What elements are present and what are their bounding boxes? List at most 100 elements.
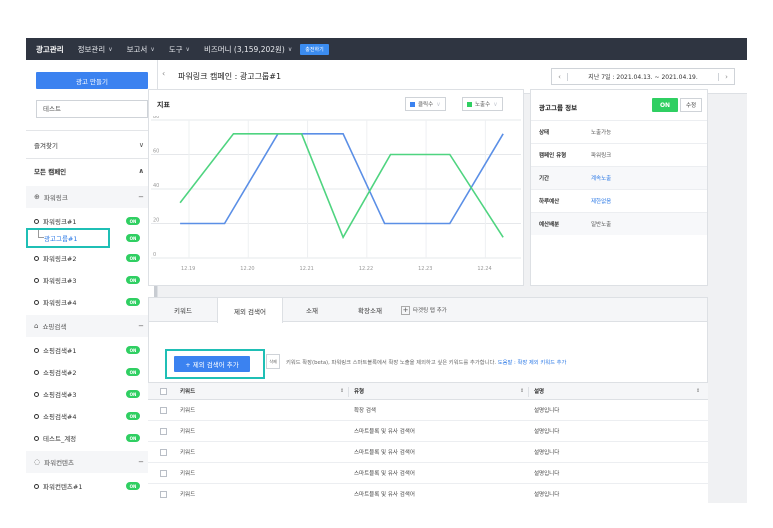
tab-creatives[interactable]: 소재 <box>283 298 341 322</box>
app-frame: 광고관리 정보관리 ∨ 보고서 ∨ 도구 ∨ 비즈머니 (3,159,202원) ∨ 충… <box>26 38 747 503</box>
row-checkbox[interactable] <box>160 427 167 435</box>
sort-icon[interactable]: ⇕ <box>340 388 344 394</box>
sidebar-item-powercontents-1[interactable]: 파워컨텐츠#1 ON <box>26 475 152 497</box>
campaign-dot-icon <box>34 435 39 441</box>
x-tick-label: 12.21 <box>300 266 314 272</box>
chevron-left-icon[interactable]: ‹ <box>552 72 568 81</box>
on-badge[interactable]: ON <box>126 482 140 490</box>
nav-item-tools[interactable]: 도구 ∨ <box>169 44 190 55</box>
sidebar-group-shopping[interactable]: ⌂ 쇼핑검색 − <box>26 315 152 337</box>
info-value: 노출가능 <box>591 130 612 136</box>
y-tick-label: 20 <box>153 218 159 224</box>
info-row-campaign-type: 캠페인 유형 파워링크 <box>531 143 707 166</box>
sort-icon[interactable]: ⇕ <box>696 388 700 394</box>
table-header: 키워드 ⇕ 유형 ⇕ 설명 ⇕ <box>148 382 708 400</box>
row-checkbox[interactable] <box>160 469 167 477</box>
y-tick-label: 80 <box>153 116 159 120</box>
collapse-icon[interactable]: − <box>138 322 144 330</box>
item-label: 파워링크#1 <box>43 218 77 226</box>
on-badge[interactable]: ON <box>126 217 140 225</box>
nav-item-reports[interactable]: 보고서 ∨ <box>127 44 155 55</box>
row-checkbox[interactable] <box>160 448 167 456</box>
sidebar-all-campaigns[interactable]: 모든 캠페인 ∧ <box>26 160 152 182</box>
checkbox[interactable] <box>160 387 167 395</box>
info-key: 기간 <box>539 176 550 182</box>
info-key: 캠페인 유형 <box>539 153 567 159</box>
metric-select-clicks[interactable]: 클릭수 ∨ <box>405 97 446 111</box>
sidebar-group-powercontents[interactable]: ◌ 파워컨텐츠 − <box>26 451 152 473</box>
table-row[interactable]: 키워드 확장 검색 설명입니다 <box>148 400 708 421</box>
collapse-sidebar-icon[interactable]: ‹ <box>162 69 165 78</box>
top-nav: 광고관리 정보관리 ∨ 보고서 ∨ 도구 ∨ 비즈머니 (3,159,202원) ∨ 충… <box>26 38 747 60</box>
tab-extensions[interactable]: 확장소재 <box>341 298 399 322</box>
sidebar-item-adgroup-1[interactable]: 광고그룹#1 ON <box>26 228 152 248</box>
on-badge[interactable]: ON <box>126 298 140 306</box>
on-badge[interactable]: ON <box>126 234 140 242</box>
nav-item-ad-manage[interactable]: 광고관리 <box>36 44 64 55</box>
sidebar-item-shopping-2[interactable]: 쇼핑검색#2 ON <box>26 361 152 383</box>
metric-select-impressions[interactable]: 노출수 ∨ <box>462 97 503 111</box>
sidebar-favorites[interactable]: 즐겨찾기 ∨ <box>26 134 152 156</box>
help-link[interactable]: 도움말 : 확장 제외 키워드 추가 <box>498 360 567 366</box>
x-tick-label: 12.19 <box>181 266 195 272</box>
on-badge[interactable]: ON <box>126 390 140 398</box>
sidebar-item-test-account[interactable]: 테스트_계정 ON <box>26 427 152 449</box>
info-key: 상태 <box>539 130 550 136</box>
col-header-keyword[interactable]: 키워드 <box>180 383 195 399</box>
sidebar-item-powerlink-3[interactable]: 파워링크#3 ON <box>26 269 152 291</box>
table-row[interactable]: 키워드 스마트블록 및 유사 검색어 설명입니다 <box>148 442 708 463</box>
item-label: 쇼핑검색#2 <box>43 369 77 377</box>
cell-type: 스마트블록 및 유사 검색어 <box>354 450 415 456</box>
x-tick-label: 12.23 <box>418 266 432 272</box>
on-badge[interactable]: ON <box>126 434 140 442</box>
nav-item-info-manage[interactable]: 정보관리 ∨ <box>78 44 113 55</box>
sidebar-item-shopping-3[interactable]: 쇼핑검색#3 ON <box>26 383 152 405</box>
sort-icon[interactable]: ⇕ <box>520 388 524 394</box>
table-row[interactable]: 키워드 스마트블록 및 유사 검색어 설명입니다 <box>148 484 708 503</box>
sidebar-item-shopping-4[interactable]: 쇼핑검색#4 ON <box>26 405 152 427</box>
adgroup-on-toggle[interactable]: ON <box>652 98 678 112</box>
date-range-text[interactable]: 지난 7일 : 2021.04.13. ~ 2021.04.19. <box>568 72 718 81</box>
info-value-link[interactable]: 제한없음 <box>591 197 611 205</box>
on-badge[interactable]: ON <box>126 346 140 354</box>
on-badge[interactable]: ON <box>126 254 140 262</box>
charge-button[interactable]: 충전하기 <box>300 43 329 55</box>
line-chart: 0 20 40 60 80 12.19 12.20 12.21 12.22 12.23 12.24 <box>151 116 521 272</box>
series-line <box>180 132 504 225</box>
on-badge[interactable]: ON <box>126 412 140 420</box>
col-header-type[interactable]: 유형 <box>354 383 364 399</box>
select-all-checkbox[interactable] <box>160 383 167 399</box>
delete-button[interactable]: 삭제 <box>266 354 280 369</box>
campaign-dot-icon <box>34 413 39 419</box>
collapse-icon[interactable]: − <box>138 193 144 201</box>
sidebar-item-powerlink-4[interactable]: 파워링크#4 ON <box>26 291 152 313</box>
tab-keywords[interactable]: 키워드 <box>149 298 217 322</box>
add-targeting-tab[interactable]: + 타겟팅 탭 추가 <box>401 304 447 316</box>
chevron-down-icon: ∨ <box>138 141 144 149</box>
table-row[interactable]: 키워드 스마트블록 및 유사 검색어 설명입니다 <box>148 463 708 484</box>
on-badge[interactable]: ON <box>126 368 140 376</box>
chevron-right-icon[interactable]: › <box>718 72 734 81</box>
tab-negative-keywords[interactable]: 제외 검색어 <box>217 298 283 323</box>
campaign-dot-icon <box>34 369 39 375</box>
chevron-down-icon: ∨ <box>287 45 293 53</box>
create-ad-button[interactable]: 광고 만들기 <box>36 72 148 89</box>
edit-button[interactable]: 수정 <box>680 98 702 112</box>
group-label: 쇼핑검색 <box>42 323 67 331</box>
info-value-link[interactable]: 계속노출 <box>591 174 611 182</box>
col-header-description[interactable]: 설명 <box>534 383 544 399</box>
on-badge[interactable]: ON <box>126 276 140 284</box>
sidebar-group-powerlink[interactable]: ⊕ 파워링크 − <box>26 186 152 208</box>
row-checkbox[interactable] <box>160 406 167 414</box>
add-negative-keyword-button[interactable]: + 제외 검색어 추가 <box>174 356 250 372</box>
sidebar-item-powerlink-2[interactable]: 파워링크#2 ON <box>26 247 152 269</box>
campaign-search-input[interactable]: 테스트 <box>36 100 148 118</box>
row-checkbox[interactable] <box>160 490 167 498</box>
help-description: 키워드 확장(beta), 파워링크 스마트블록에서 확장 노출을 제외하고 싶… <box>286 360 497 366</box>
collapse-icon[interactable]: − <box>138 458 144 466</box>
nav-item-bizmoney[interactable]: 비즈머니 (3,159,202원) ∨ <box>204 44 292 55</box>
table-row[interactable]: 키워드 스마트블록 및 유사 검색어 설명입니다 <box>148 421 708 442</box>
sidebar-item-shopping-1[interactable]: 쇼핑검색#1 ON <box>26 339 152 361</box>
globe-icon: ⊕ <box>34 193 40 201</box>
date-range-picker[interactable]: ‹ 지난 7일 : 2021.04.13. ~ 2021.04.19. › <box>551 68 735 85</box>
